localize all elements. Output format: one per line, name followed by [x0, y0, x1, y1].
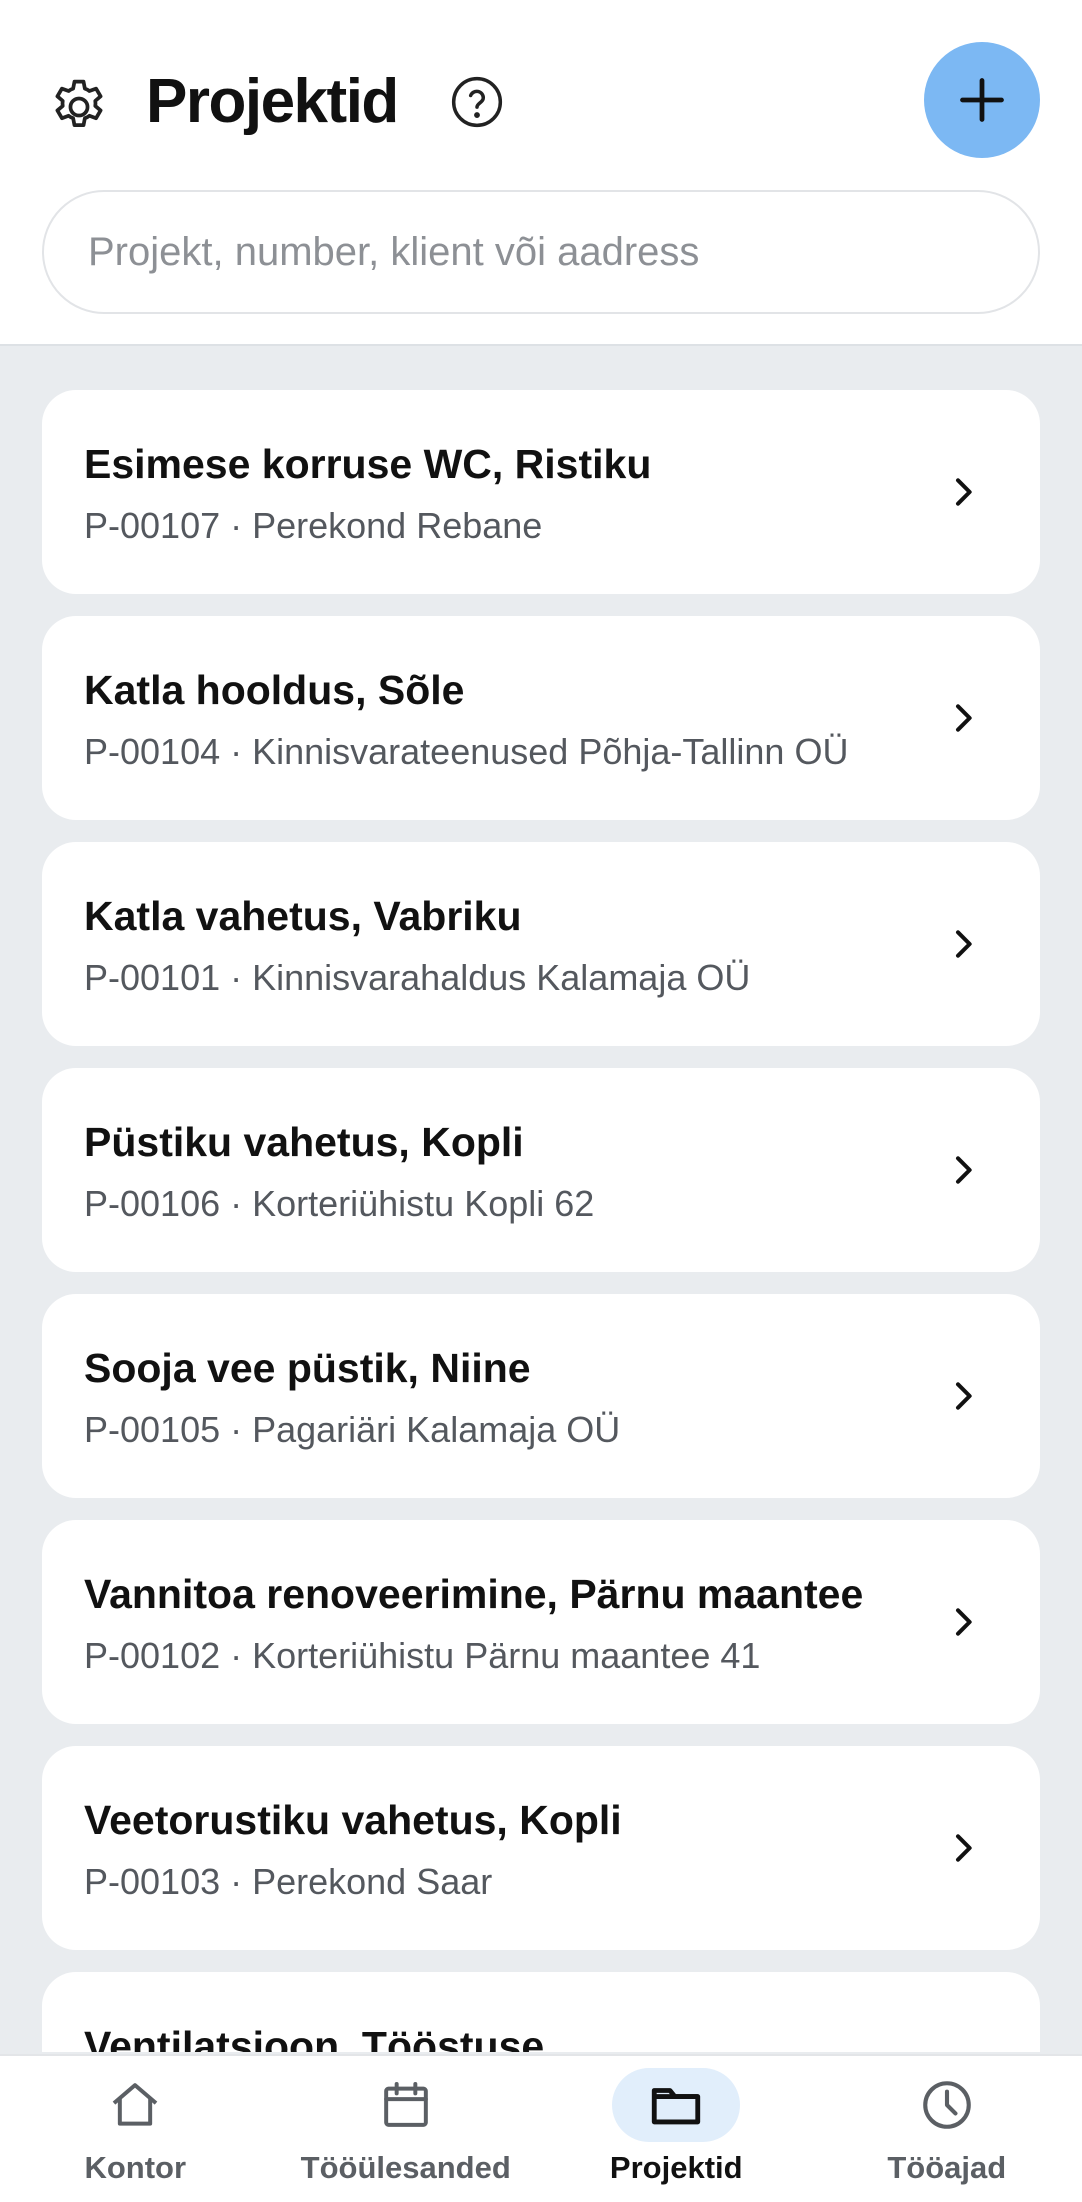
project-card[interactable]: Sooja vee püstik, Niine P-00105 · Pagari… [42, 1294, 1040, 1498]
folder-icon [652, 2088, 701, 2125]
project-subtitle: P-00103 · Perekond Saar [84, 1861, 493, 1902]
project-card[interactable]: Vannitoa renoveerimine, Pärnu maantee P-… [42, 1520, 1040, 1724]
nav-item-tooulesanded[interactable]: Tööülesanded [271, 2056, 542, 2202]
project-title: Veetorustiku vahetus, Kopli [84, 1797, 622, 1843]
bottom-nav: Kontor Tööülesanded Projektid Tööajad [0, 2054, 1082, 2202]
project-card[interactable]: Katla vahetus, Vabriku P-00101 · Kinnisv… [42, 842, 1040, 1046]
home-icon [112, 2083, 158, 2126]
gear-icon [55, 79, 103, 127]
chevron-right-icon [938, 1371, 988, 1421]
nav-icon-container [342, 2068, 470, 2142]
settings-button[interactable] [42, 70, 116, 144]
nav-icon-container [612, 2068, 741, 2142]
project-title: Katla hooldus, Sõle [84, 667, 465, 713]
project-card[interactable]: Veetorustiku vahetus, Kopli P-00103 · Pe… [42, 1746, 1040, 1950]
nav-label: Projektid [609, 2150, 743, 2185]
chevron-right-icon [938, 1823, 988, 1873]
nav-label: Kontor [84, 2150, 187, 2185]
chevron-right-icon [938, 693, 988, 743]
project-title: Sooja vee püstik, Niine [84, 1345, 531, 1391]
project-subtitle: P-00104 · Kinnisvarateenused Põhja-Talli… [84, 731, 849, 772]
project-card[interactable]: Katla hooldus, Sõle P-00104 · Kinnisvara… [42, 616, 1040, 820]
project-title: Püstiku vahetus, Kopli [84, 1119, 524, 1165]
project-title: Esimese korruse WC, Ristiku [84, 441, 652, 487]
chevron-right-icon [938, 2049, 988, 2052]
nav-icon-container [71, 2068, 199, 2142]
search-input[interactable] [88, 229, 994, 275]
header: Projektid [0, 0, 1082, 346]
chevron-right-icon [938, 1597, 988, 1647]
add-project-button[interactable] [924, 42, 1040, 158]
plus-icon [960, 78, 1004, 122]
search-field[interactable] [42, 190, 1040, 314]
help-button[interactable] [448, 73, 506, 131]
project-title: Ventilatsioon, Tööstuse [84, 2023, 545, 2052]
project-subtitle: P-00102 · Korteriühistu Pärnu maantee 41 [84, 1635, 761, 1676]
calendar-icon [383, 2082, 428, 2127]
project-title: Vannitoa renoveerimine, Pärnu maantee [84, 1571, 864, 1617]
page-title: Projektid [146, 67, 399, 136]
nav-label: Tööajad [887, 2150, 1007, 2185]
project-card[interactable]: Esimese korruse WC, Ristiku P-00107 · Pe… [42, 390, 1040, 594]
nav-item-kontor[interactable]: Kontor [0, 2056, 271, 2202]
project-card[interactable]: Ventilatsioon, Tööstuse [42, 1972, 1040, 2052]
nav-item-tooajad[interactable]: Tööajad [812, 2056, 1082, 2202]
project-subtitle: P-00106 · Korteriühistu Kopli 62 [84, 1183, 595, 1224]
nav-label: Tööülesanded [300, 2150, 511, 2185]
chevron-right-icon [938, 467, 988, 517]
question-icon [451, 76, 503, 128]
project-title: Katla vahetus, Vabriku [84, 893, 522, 939]
project-subtitle: P-00105 · Pagariäri Kalamaja OÜ [84, 1409, 621, 1450]
project-card[interactable]: Püstiku vahetus, Kopli P-00106 · Korteri… [42, 1068, 1040, 1272]
app-root: Projektid Esimese korruse WC, Ristiku P-… [0, 0, 1082, 2202]
chevron-right-icon [938, 1145, 988, 1195]
project-subtitle: P-00101 · Kinnisvarahaldus Kalamaja OÜ [84, 957, 751, 998]
project-list: Esimese korruse WC, Ristiku P-00107 · Pe… [42, 390, 1040, 2052]
clock-icon [922, 2081, 971, 2129]
project-subtitle: P-00107 · Perekond Rebane [84, 505, 543, 546]
chevron-right-icon [938, 919, 988, 969]
nav-icon-container [883, 2068, 1011, 2142]
nav-item-projektid[interactable]: Projektid [541, 2056, 812, 2202]
